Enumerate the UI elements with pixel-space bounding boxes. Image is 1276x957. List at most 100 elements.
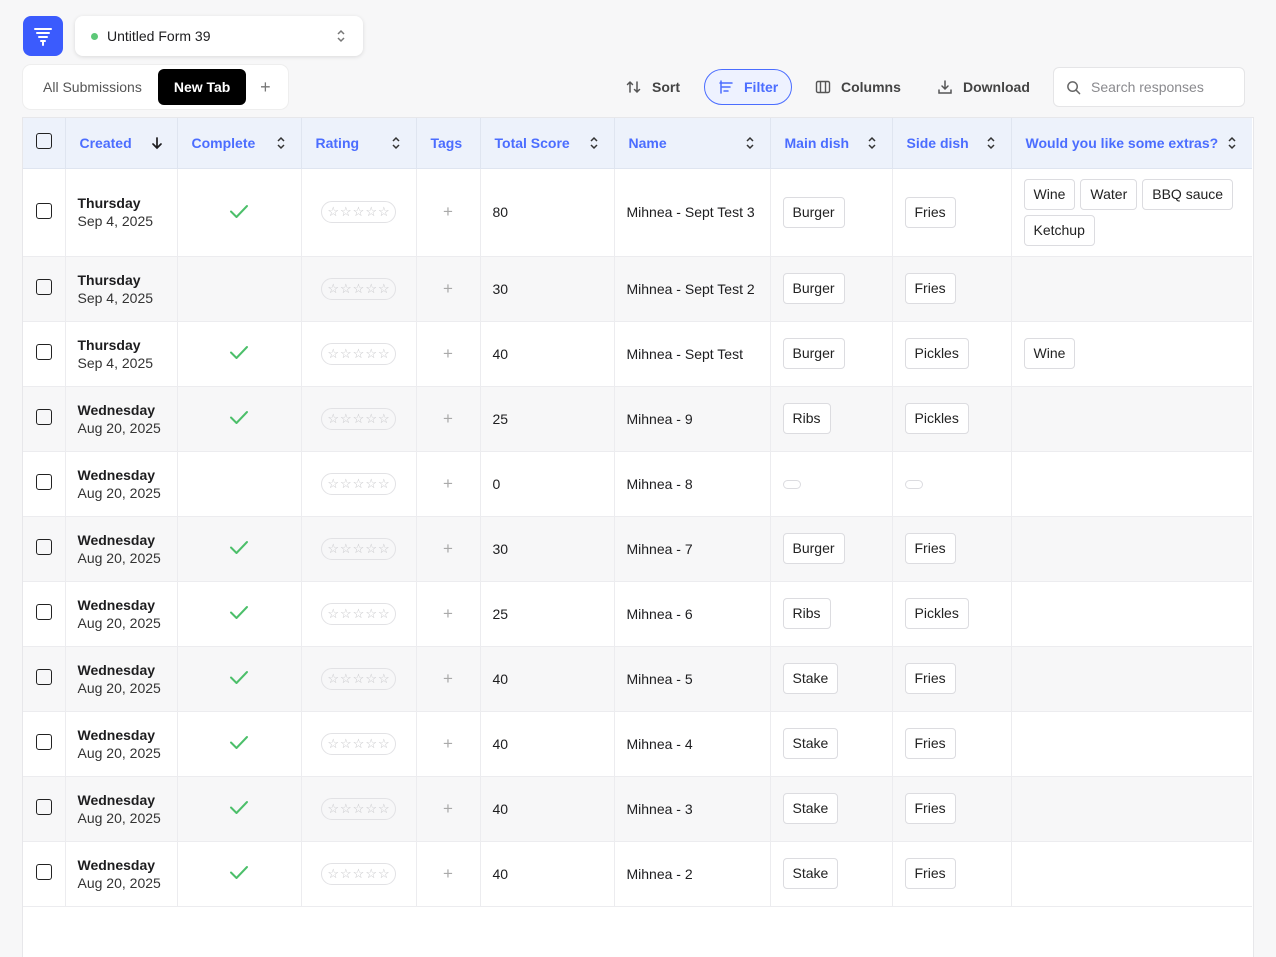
column-label: Name <box>628 134 667 151</box>
row-checkbox[interactable] <box>35 409 52 425</box>
add-tab-button[interactable]: + <box>246 69 284 105</box>
columns-button[interactable]: Columns <box>815 69 901 105</box>
app-logo-button[interactable] <box>23 16 63 56</box>
rating-stars[interactable]: ☆ ☆ ☆ ☆ ☆ <box>321 472 396 495</box>
tab-bar: All Submissions New Tab + <box>23 65 289 109</box>
table-row[interactable]: Wednesday Aug 20, 2025 ☆ ☆ ☆ ☆ ☆ +25 Mihnea - 9R… <box>23 386 1252 452</box>
add-tag-icon[interactable]: + <box>443 539 453 558</box>
add-tag-icon[interactable]: + <box>443 409 453 428</box>
table-row[interactable]: Wednesday Aug 20, 2025 ☆ ☆ ☆ ☆ ☆ +30 Mihnea - 7B… <box>23 516 1252 582</box>
add-tag-icon[interactable]: + <box>443 202 453 221</box>
star-icon: ☆ <box>340 475 352 491</box>
created-cell: Thursday Sep 4, 2025 <box>65 256 178 322</box>
complete-cell <box>177 516 302 582</box>
row-checkbox[interactable] <box>35 279 52 295</box>
row-checkbox[interactable] <box>35 799 52 815</box>
star-icon: ☆ <box>377 410 390 426</box>
select-all-header <box>23 118 66 169</box>
created-cell: Thursday Sep 4, 2025 <box>65 168 178 257</box>
name-cell: Mihnea - 8 <box>614 451 771 517</box>
column-header-main-dish[interactable]: Main dish <box>770 118 893 169</box>
created-day: Wednesday <box>77 466 156 483</box>
column-header-extras[interactable]: Would you like some extras? <box>1011 118 1252 169</box>
table-row[interactable]: Thursday Sep 4, 2025 ☆ ☆ ☆ ☆ ☆ +80 Mihnea - Sept… <box>23 168 1252 257</box>
filter-button[interactable]: Filter <box>704 69 793 105</box>
search-box <box>1053 67 1245 107</box>
rating-stars[interactable]: ☆ ☆ ☆ ☆ ☆ <box>321 277 396 300</box>
created-date: Aug 20, 2025 <box>77 744 161 761</box>
row-select-cell <box>23 581 66 647</box>
created-day: Wednesday <box>77 401 156 418</box>
select-all-checkbox[interactable] <box>35 133 52 150</box>
add-tag-icon[interactable]: + <box>443 279 453 298</box>
search-input[interactable] <box>1091 79 1231 95</box>
table-row[interactable]: Wednesday Aug 20, 2025 ☆ ☆ ☆ ☆ ☆ +0 Mihnea - 8 <box>23 451 1252 517</box>
row-checkbox[interactable] <box>35 734 52 750</box>
rating-stars[interactable]: ☆ ☆ ☆ ☆ ☆ <box>321 602 396 625</box>
rating-stars[interactable]: ☆ ☆ ☆ ☆ ☆ <box>321 342 396 365</box>
main-dish-cell: Stake <box>770 711 893 777</box>
add-tag-icon[interactable]: + <box>443 669 453 688</box>
checkmark-icon <box>230 411 248 424</box>
main-dish-cell <box>770 451 893 517</box>
rating-stars[interactable]: ☆ ☆ ☆ ☆ ☆ <box>321 862 396 885</box>
rating-stars[interactable]: ☆ ☆ ☆ ☆ ☆ <box>321 797 396 820</box>
column-header-name[interactable]: Name <box>614 118 771 169</box>
funnel-logo-icon <box>34 28 52 46</box>
rating-cell: ☆ ☆ ☆ ☆ ☆ <box>301 451 417 517</box>
table-row[interactable]: Wednesday Aug 20, 2025 ☆ ☆ ☆ ☆ ☆ +40 Mihnea - 2S… <box>23 841 1252 907</box>
rating-stars[interactable]: ☆ ☆ ☆ ☆ ☆ <box>321 732 396 755</box>
table-row[interactable]: Wednesday Aug 20, 2025 ☆ ☆ ☆ ☆ ☆ +40 Mihnea - 4S… <box>23 711 1252 777</box>
created-day: Wednesday <box>77 726 156 743</box>
side-dish-cell: Fries <box>892 168 1012 257</box>
column-header-created[interactable]: Created <box>65 118 178 169</box>
rating-stars[interactable]: ☆ ☆ ☆ ☆ ☆ <box>321 537 396 560</box>
row-checkbox[interactable] <box>35 604 52 620</box>
star-icon: ☆ <box>352 204 365 219</box>
star-icon: ☆ <box>352 540 365 556</box>
row-checkbox[interactable] <box>35 344 52 360</box>
table-row[interactable]: Thursday Sep 4, 2025 ☆ ☆ ☆ ☆ ☆ +30 Mihnea - Sept… <box>23 256 1252 322</box>
column-header-complete[interactable]: Complete <box>177 118 302 169</box>
extras-cell <box>1011 516 1252 582</box>
rating-stars[interactable]: ☆ ☆ ☆ ☆ ☆ <box>321 407 396 430</box>
row-checkbox[interactable] <box>35 864 52 880</box>
table-row[interactable]: Wednesday Aug 20, 2025 ☆ ☆ ☆ ☆ ☆ +25 Mihnea - 6R… <box>23 581 1252 647</box>
created-cell: Wednesday Aug 20, 2025 <box>65 646 178 712</box>
checkmark-icon <box>230 801 248 814</box>
add-tag-icon[interactable]: + <box>443 864 453 883</box>
row-checkbox[interactable] <box>35 539 52 555</box>
row-checkbox[interactable] <box>35 669 52 685</box>
column-header-rating[interactable]: Rating <box>301 118 417 169</box>
created-cell: Thursday Sep 4, 2025 <box>65 321 178 387</box>
add-tag-icon[interactable]: + <box>443 799 453 818</box>
created-cell: Wednesday Aug 20, 2025 <box>65 451 178 517</box>
table-row[interactable]: Wednesday Aug 20, 2025 ☆ ☆ ☆ ☆ ☆ +40 Mihnea - 5S… <box>23 646 1252 712</box>
column-header-tags[interactable]: Tags <box>416 118 481 169</box>
column-label: Main dish <box>784 134 850 151</box>
sort-button[interactable]: Sort <box>626 69 680 105</box>
tab-all-submissions[interactable]: All Submissions <box>27 69 158 105</box>
rating-stars[interactable]: ☆ ☆ ☆ ☆ ☆ <box>321 667 396 690</box>
add-tag-icon[interactable]: + <box>443 604 453 623</box>
side-dish-chip: Fries <box>904 858 956 889</box>
rating-stars[interactable]: ☆ ☆ ☆ ☆ ☆ <box>321 201 396 223</box>
column-label: Created <box>79 134 132 151</box>
column-header-side-dish[interactable]: Side dish <box>892 118 1012 169</box>
table-row[interactable]: Wednesday Aug 20, 2025 ☆ ☆ ☆ ☆ ☆ +40 Mihnea - 3S… <box>23 776 1252 842</box>
add-tag-icon[interactable]: + <box>443 474 453 493</box>
star-icon: ☆ <box>340 865 352 881</box>
star-icon: ☆ <box>365 410 377 426</box>
add-tag-icon[interactable]: + <box>443 734 453 753</box>
download-button[interactable]: Download <box>937 69 1030 105</box>
row-checkbox[interactable] <box>35 474 52 490</box>
star-icon: ☆ <box>327 410 340 426</box>
form-selector[interactable]: Untitled Form 39 <box>75 16 363 56</box>
row-checkbox[interactable] <box>35 202 52 219</box>
tab-new-tab[interactable]: New Tab <box>157 69 247 105</box>
add-tag-icon[interactable]: + <box>443 344 453 363</box>
table-row[interactable]: Thursday Sep 4, 2025 ☆ ☆ ☆ ☆ ☆ +40 Mihnea - Sept… <box>23 321 1252 387</box>
extra-chip: Wine <box>1023 178 1076 210</box>
main-dish-cell: Burger <box>770 516 893 582</box>
column-header-total-score[interactable]: Total Score <box>480 118 615 169</box>
